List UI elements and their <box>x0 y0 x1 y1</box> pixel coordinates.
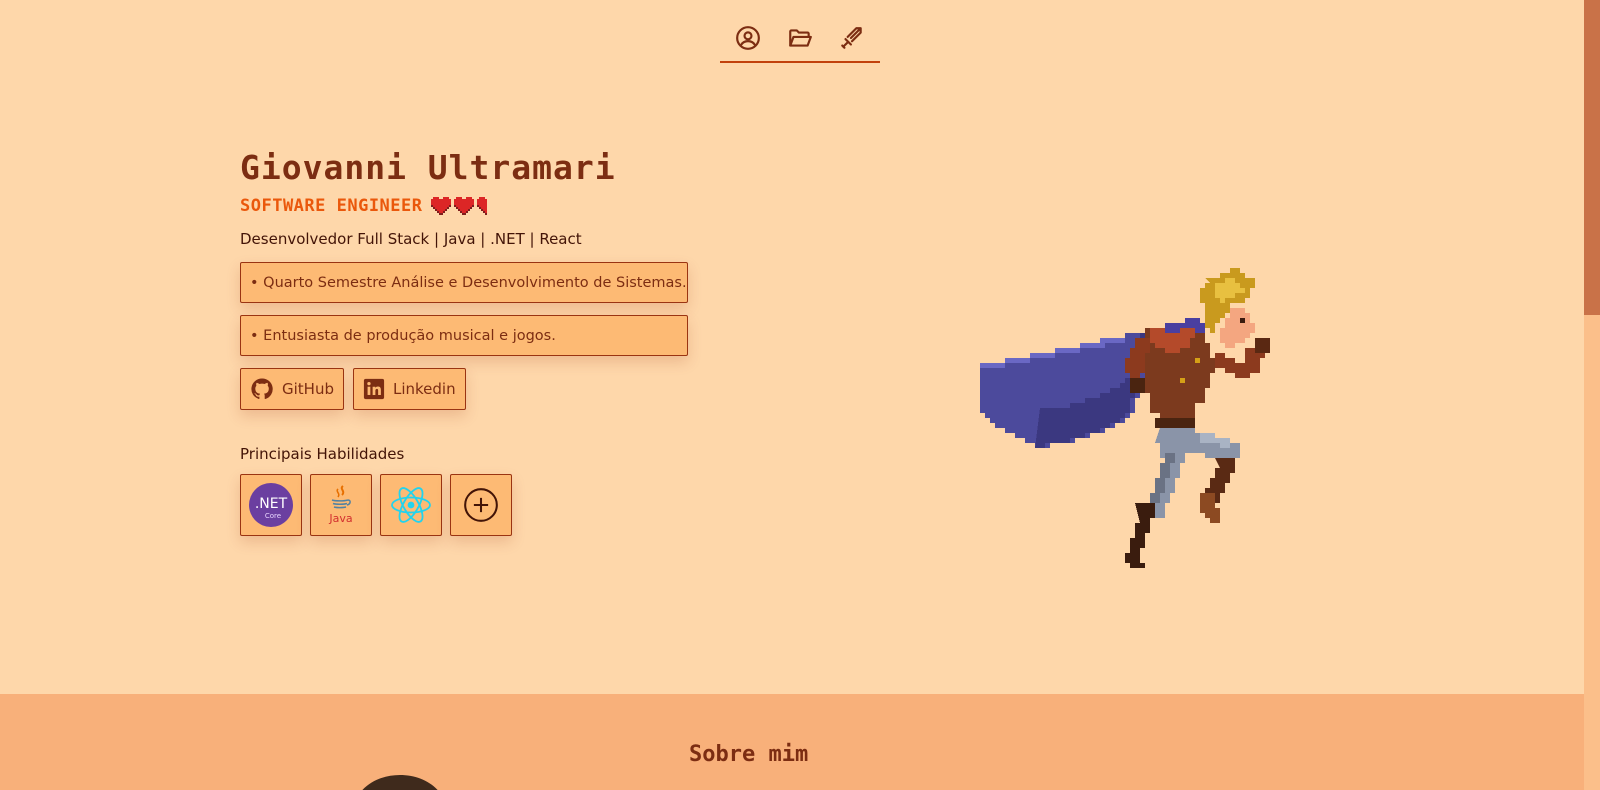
page-title: Giovanni Ultramari <box>240 148 616 187</box>
role-title: SOFTWARE ENGINEER <box>240 196 423 216</box>
role-row: SOFTWARE ENGINEER <box>240 194 700 218</box>
github-button[interactable]: GitHub <box>240 368 344 410</box>
avatar <box>362 775 438 790</box>
heart-icon <box>453 197 474 215</box>
linkedin-icon <box>363 378 385 400</box>
about-title: Sobre mim <box>689 742 809 767</box>
social-links: GitHub Linkedin <box>240 368 700 410</box>
skills-list: .NET Core Java <box>240 474 700 536</box>
about-section: Sobre mim <box>0 694 1584 790</box>
running-knight-pixel-art <box>980 268 1270 568</box>
user-circle-icon <box>736 26 760 50</box>
skill-react[interactable] <box>380 474 442 536</box>
nav-skills-button[interactable] <box>836 22 868 54</box>
skill-java[interactable]: Java <box>310 474 372 536</box>
half-heart-icon <box>476 197 487 215</box>
nav-projects-button[interactable] <box>784 22 816 54</box>
skill-more-button[interactable] <box>450 474 512 536</box>
svg-text:Java: Java <box>328 512 352 525</box>
skill-dotnet[interactable]: .NET Core <box>240 474 302 536</box>
linkedin-label: Linkedin <box>392 380 456 398</box>
react-icon <box>391 487 431 523</box>
skills-title: Principais Habilidades <box>240 445 405 463</box>
info-card: • Entusiasta de produção musical e jogos… <box>240 315 688 356</box>
github-label: GitHub <box>282 380 334 398</box>
heart-icon <box>430 197 451 215</box>
info-card: • Quarto Semestre Análise e Desenvolvime… <box>240 262 688 303</box>
github-icon <box>251 378 273 400</box>
scrollbar-track[interactable] <box>1584 0 1600 790</box>
svg-text:Core: Core <box>265 512 281 520</box>
sword-icon <box>841 27 862 49</box>
java-icon: Java <box>328 485 353 525</box>
linkedin-button[interactable]: Linkedin <box>352 368 466 410</box>
folder-open-icon <box>789 29 812 47</box>
scrollbar-thumb[interactable] <box>1584 0 1600 315</box>
hearts <box>430 197 487 215</box>
svg-text:.NET: .NET <box>255 496 288 512</box>
hero-section: Giovanni Ultramari SOFTWARE ENGINEER Des… <box>240 148 700 536</box>
top-nav <box>720 22 880 63</box>
nav-profile-button[interactable] <box>732 22 764 54</box>
tagline: Desenvolvedor Full Stack | Java | .NET |… <box>240 230 582 248</box>
plus-circle-icon <box>464 488 498 522</box>
dotnet-core-icon: .NET Core <box>249 483 293 527</box>
